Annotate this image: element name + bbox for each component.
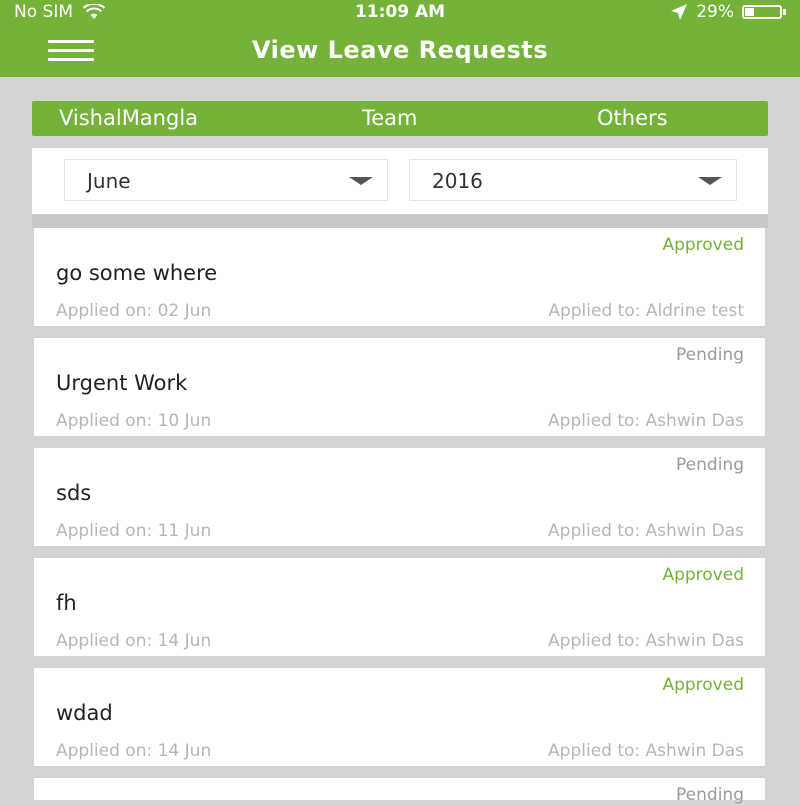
divider xyxy=(32,214,768,228)
tab-others[interactable]: Others xyxy=(597,106,668,130)
dropdown-caret-icon xyxy=(698,177,722,185)
status-badge: Approved xyxy=(662,235,744,255)
battery-percent: 29% xyxy=(696,2,734,22)
battery-fill xyxy=(745,8,754,16)
tab-team[interactable]: Team xyxy=(362,106,418,130)
leave-reason: Urgent Work xyxy=(56,371,188,395)
leave-request-card[interactable]: Pending xyxy=(34,778,765,805)
tab-vishalmangla[interactable]: VishalMangla xyxy=(59,106,198,130)
applied-to-person: Applied to: Aldrine test xyxy=(548,301,744,321)
leave-request-card[interactable]: Approved fh Applied on: 14 Jun Applied t… xyxy=(34,558,765,656)
status-badge: Approved xyxy=(662,565,744,585)
leave-reason: sds xyxy=(56,481,92,505)
applied-on-date: Applied on: 14 Jun xyxy=(56,631,212,651)
status-badge: Approved xyxy=(662,675,744,695)
status-badge: Pending xyxy=(676,455,744,475)
applied-to-person: Applied to: Ashwin Das xyxy=(548,521,744,541)
leave-reason: fh xyxy=(56,591,77,615)
year-select[interactable]: 2016 xyxy=(409,159,737,201)
applied-to-person: Applied to: Ashwin Das xyxy=(548,741,744,761)
leave-request-card[interactable]: Approved wdad Applied on: 14 Jun Applied… xyxy=(34,668,765,766)
month-select-value: June xyxy=(87,169,131,193)
year-select-value: 2016 xyxy=(432,169,483,193)
applied-on-date: Applied on: 14 Jun xyxy=(56,741,212,761)
tab-bar: VishalMangla Team Others xyxy=(32,101,768,136)
month-select[interactable]: June xyxy=(64,159,388,201)
status-badge: Pending xyxy=(676,785,744,805)
location-arrow-icon xyxy=(671,4,688,20)
status-bar: No SIM 11:09 AM 29% xyxy=(0,0,800,24)
app-header: No SIM 11:09 AM 29% View Leave Requests xyxy=(0,0,800,77)
dropdown-caret-icon xyxy=(349,177,373,185)
status-badge: Pending xyxy=(676,345,744,365)
status-bar-right: 29% xyxy=(670,2,786,22)
leave-request-card[interactable]: Approved go some where Applied on: 02 Ju… xyxy=(34,228,765,326)
applied-on-date: Applied on: 10 Jun xyxy=(56,411,212,431)
battery-icon xyxy=(742,5,786,19)
filter-bar: June 2016 xyxy=(32,148,768,214)
applied-to-person: Applied to: Ashwin Das xyxy=(548,411,744,431)
page-title: View Leave Requests xyxy=(251,36,549,64)
leave-reason: wdad xyxy=(56,701,113,725)
applied-on-date: Applied on: 02 Jun xyxy=(56,301,212,321)
applied-on-date: Applied on: 11 Jun xyxy=(56,521,212,541)
leave-reason: go some where xyxy=(56,261,218,285)
leave-request-card[interactable]: Pending Urgent Work Applied on: 10 Jun A… xyxy=(34,338,765,436)
leave-request-card[interactable]: Pending sds Applied on: 11 Jun Applied t… xyxy=(34,448,765,546)
applied-to-person: Applied to: Ashwin Das xyxy=(548,631,744,651)
